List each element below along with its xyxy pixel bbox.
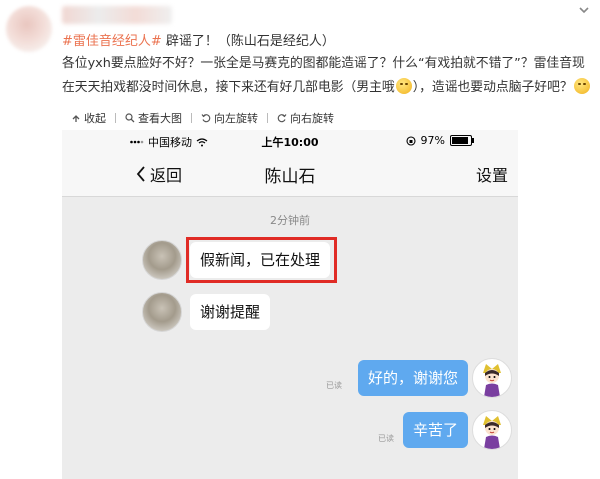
chat-bubble-left[interactable]: 谢谢提醒 (190, 294, 271, 330)
battery-percent: 97% (420, 134, 445, 147)
collapse-button[interactable]: 收起 (62, 110, 115, 126)
image-toolbar: 收起 查看大图 向左旋转 向右旋转 (62, 106, 518, 130)
rotate-right-label: 向右旋转 (290, 112, 334, 125)
rotate-right-icon (277, 114, 287, 123)
cartoon-figure-icon (483, 416, 501, 449)
cartoon-figure-icon (483, 364, 501, 397)
read-status: 已读 (378, 434, 394, 443)
chat-title: 陈山石 (264, 167, 316, 187)
chat-nav-bar: 返回 陈山石 设置 (62, 152, 518, 197)
status-bar: 中国移动 上午10:00 97% (62, 130, 518, 152)
magnifier-icon (125, 113, 135, 123)
hashtag-link[interactable]: #雷佳音经纪人# (62, 34, 162, 49)
status-right: 97% (405, 134, 474, 147)
chat-bubble-right[interactable]: 好的，谢谢您 (358, 360, 469, 396)
contact-avatar[interactable] (142, 292, 182, 332)
rotate-left-icon (201, 114, 211, 123)
rotate-right-button[interactable]: 向右旋转 (268, 110, 343, 126)
user-cartoon-avatar[interactable] (472, 410, 512, 450)
headline-text: 辟谣了！（陈山石是经纪人） (161, 34, 335, 49)
post-body: 各位yxh要点脸好不好？一张全是马赛克的图都能造谣了？什么“有戏拍就不错了”？雷… (62, 52, 592, 100)
rotate-left-button[interactable]: 向左旋转 (192, 110, 267, 126)
read-status: 已读 (326, 381, 342, 390)
view-large-label: 查看大图 (138, 112, 182, 125)
view-large-button[interactable]: 查看大图 (116, 110, 191, 126)
message-timestamp: 2分钟前 (270, 214, 310, 227)
collapse-label: 收起 (84, 112, 106, 125)
smile-emoji-icon (573, 78, 590, 94)
smile-emoji-icon (395, 78, 412, 94)
rotation-lock-icon (405, 135, 416, 146)
collapse-arrow-icon (72, 115, 80, 122)
contact-avatar[interactable] (142, 240, 182, 280)
username-blurred[interactable] (62, 6, 172, 24)
chevron-down-icon[interactable] (578, 4, 590, 16)
post-headline: #雷佳音经纪人# 辟谣了！（陈山石是经纪人） (62, 30, 335, 49)
rotate-left-label: 向左旋转 (214, 112, 258, 125)
battery-icon (450, 135, 474, 146)
chat-screenshot[interactable]: 中国移动 上午10:00 97% 返回 陈山石 设置 2分钟前 假新闻，已在处理… (62, 130, 518, 479)
post-body-text-2: ），造谣也要动点脑子好吧？ (412, 80, 573, 95)
chat-bubble-right[interactable]: 辛苦了 (403, 412, 469, 448)
red-highlight-box (186, 237, 337, 283)
user-cartoon-avatar[interactable] (472, 358, 512, 398)
user-avatar[interactable] (6, 6, 52, 52)
settings-button[interactable]: 设置 (476, 162, 508, 186)
